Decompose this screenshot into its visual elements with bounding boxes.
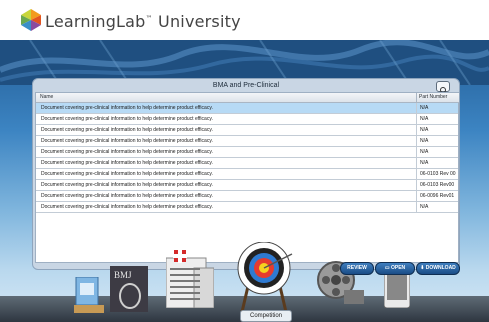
row-name: Document covering pre-clinical informati… [41,182,213,188]
award-plaque-icon[interactable] [74,277,104,313]
table-row[interactable]: Document covering pre-clinical informati… [36,169,458,180]
row-name: Document covering pre-clinical informati… [41,105,213,111]
row-part-number: N/A [416,136,459,146]
table-row[interactable]: Document covering pre-clinical informati… [36,147,458,158]
brand-suffix: University [158,12,241,31]
row-part-number: N/A [416,202,459,212]
download-button[interactable]: ⬇ DOWNLOAD [416,262,460,275]
panel-title: BMA and Pre-Clinical [212,82,280,89]
row-part-number: N/A [416,147,459,157]
svg-text:BMJ: BMJ [114,270,132,280]
row-name: Document covering pre-clinical informati… [41,116,213,122]
row-part-number: N/A [416,125,459,135]
row-part-number: 06-0096 Rev01 [416,191,459,201]
column-header-part-number[interactable]: Part Number [416,93,459,103]
review-button-label: REVIEW [347,265,367,271]
table-row[interactable]: Document covering pre-clinical informati… [36,114,458,125]
header-bar: LearningLab™ University [0,0,489,40]
column-header-name[interactable]: Name [36,93,416,103]
row-part-number: N/A [416,103,459,113]
trademark: ™ [145,14,153,23]
learninglab-logo-icon [21,9,41,31]
row-part-number: N/A [416,158,459,168]
row-name: Document covering pre-clinical informati… [41,127,213,133]
table-row[interactable]: Document covering pre-clinical informati… [36,136,458,147]
brand-name: LearningLab [45,12,146,31]
table-row[interactable]: Document covering pre-clinical informati… [36,191,458,202]
row-part-number: N/A [416,114,459,124]
table-row[interactable]: Document covering pre-clinical informati… [36,180,458,191]
hospital-building-icon[interactable] [166,250,214,308]
panel-search-button[interactable] [436,81,450,94]
row-name: Document covering pre-clinical informati… [41,138,213,144]
open-button[interactable]: ▭ OPEN [375,262,415,275]
row-name: Document covering pre-clinical informati… [41,149,213,155]
competition-label: Competition [240,310,292,322]
brand-title: LearningLab™ University [45,12,241,31]
row-name: Document covering pre-clinical informati… [41,171,213,177]
table-row[interactable]: Document covering pre-clinical informati… [36,202,458,213]
review-button[interactable]: REVIEW [340,262,374,275]
row-part-number: 06-0103 Rev00 [416,180,459,190]
table-row[interactable]: Document covering pre-clinical informati… [36,103,458,114]
download-button-label: DOWNLOAD [425,265,456,271]
column-header-part-number-label: Part Number [419,94,448,100]
competition-target-icon[interactable] [234,242,294,312]
row-part-number: 06-0103 Rev 00 [416,169,459,179]
row-name: Document covering pre-clinical informati… [41,160,213,166]
table-row[interactable]: Document covering pre-clinical informati… [36,158,458,169]
open-button-label: OPEN [390,265,406,271]
row-name: Document covering pre-clinical informati… [41,193,213,199]
row-name: Document covering pre-clinical informati… [41,204,213,210]
bma-journal-icon[interactable]: BMJ [110,266,148,312]
documents-table: Name Part Number Document covering pre-c… [35,92,459,263]
table-row[interactable]: Document covering pre-clinical informati… [36,125,458,136]
column-header-name-label: Name [40,94,54,100]
